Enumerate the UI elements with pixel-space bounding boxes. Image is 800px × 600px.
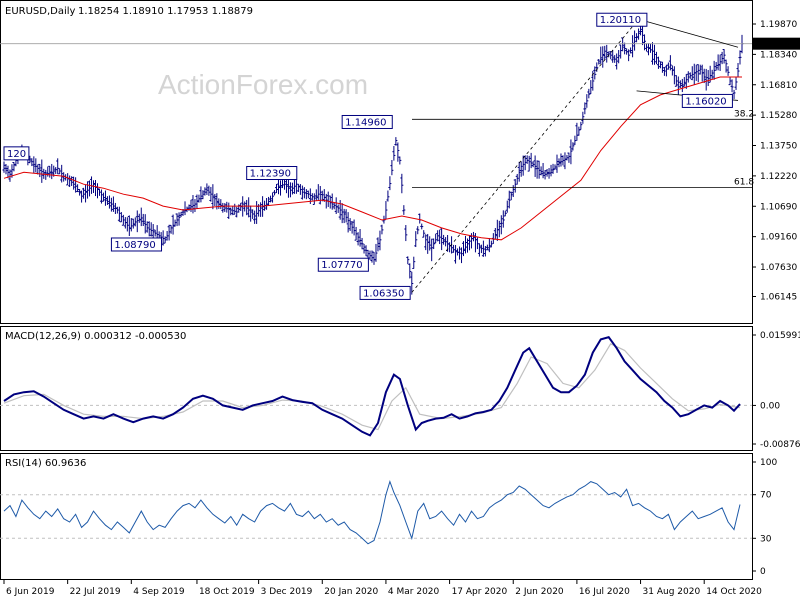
symbol-title: EURUSD,Daily [5, 6, 76, 17]
price-y-tick-label: 1.19870 [760, 20, 797, 30]
chart-background [0, 0, 800, 600]
x-tick-label: 3 Dec 2019 [261, 587, 313, 597]
current-price-label: 1.18879 [757, 41, 794, 51]
x-tick-label: 22 Jul 2019 [70, 587, 121, 597]
price-label-text: 1.20110 [600, 15, 641, 26]
price-y-tick-label: 1.07630 [760, 263, 797, 273]
price-label-text: 1.12390 [250, 169, 291, 180]
price-y-tick-label: 1.18340 [760, 50, 797, 60]
fib-level-label: 38.2 [734, 109, 754, 119]
rsi-y-tick-label: 70 [760, 491, 772, 501]
price-y-tick-label: 1.06145 [760, 293, 797, 303]
price-y-tick-label: 1.16810 [760, 81, 797, 91]
rsi-title: RSI(14) 60.9636 [5, 458, 86, 469]
price-label-text: 1.08790 [114, 240, 155, 251]
x-tick-label: 17 Apr 2020 [452, 587, 508, 597]
price-y-tick-label: 1.10690 [760, 202, 797, 212]
rsi-y-tick-label: 100 [760, 458, 777, 468]
rsi-y-tick-label: 0 [760, 567, 766, 577]
x-tick-label: 2 Jun 2020 [515, 587, 564, 597]
price-label-text: 1.06350 [363, 288, 404, 299]
price-label-text: 120 [7, 149, 26, 160]
price-label-text: 1.07770 [321, 260, 362, 271]
x-tick-label: 6 Jun 2019 [6, 587, 55, 597]
macd-y-tick-label: -0.00876 [760, 440, 800, 450]
x-tick-label: 31 Aug 2020 [643, 587, 701, 597]
price-y-tick-label: 1.09160 [760, 233, 797, 243]
x-tick-label: 18 Oct 2019 [199, 587, 255, 597]
price-label-text: 1.14960 [345, 117, 386, 128]
rsi-y-tick-label: 30 [760, 534, 772, 544]
x-tick-label: 4 Sep 2019 [133, 587, 185, 597]
macd-y-tick-label: 0.015991 [760, 331, 800, 341]
x-tick-label: 4 Mar 2020 [388, 587, 440, 597]
watermark: ActionForex.com [158, 69, 368, 100]
x-tick-label: 14 Oct 2020 [706, 587, 762, 597]
ohlc-readout: 1.18254 1.18910 1.17953 1.18879 [78, 6, 253, 17]
x-tick-label: 16 Jul 2020 [579, 587, 630, 597]
x-tick-label: 20 Jan 2020 [324, 587, 378, 597]
price-y-tick-label: 1.15280 [760, 111, 797, 121]
macd-y-tick-label: 0.00 [760, 401, 780, 411]
macd-title: MACD(12,26,9) 0.000312 -0.000530 [5, 331, 186, 342]
fib-level-label: 61.8 [734, 178, 754, 188]
price-y-tick-label: 1.13750 [760, 142, 797, 152]
price-label-text: 1.16020 [685, 96, 726, 107]
price-chart-canvas: ActionForex.com EURUSD,Daily 1.18254 1.1… [0, 0, 800, 600]
price-y-tick-label: 1.12220 [760, 172, 797, 182]
